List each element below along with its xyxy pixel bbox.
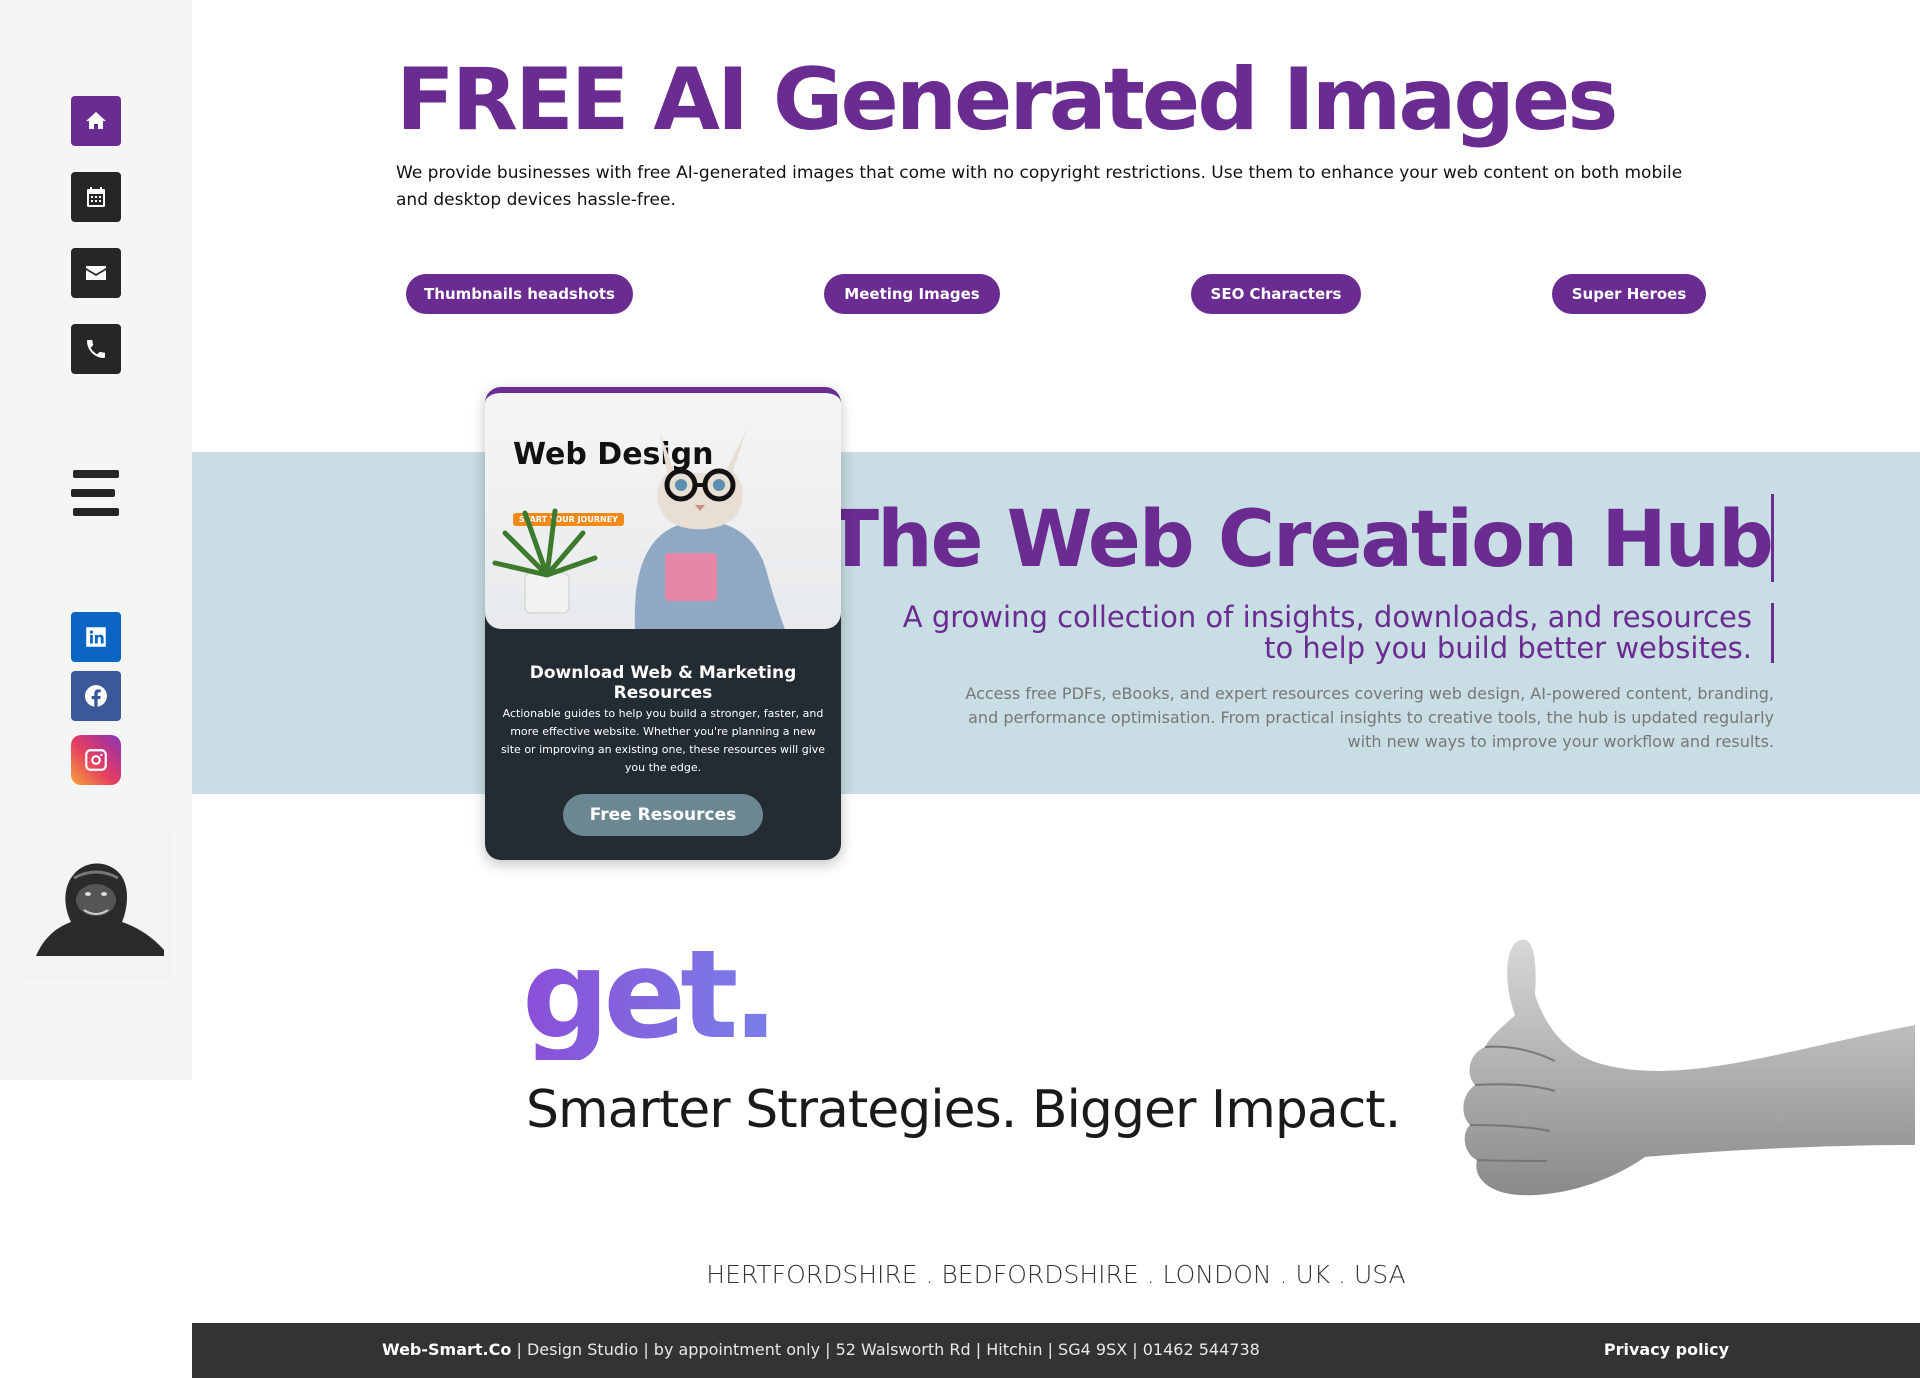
linkedin-icon: [86, 627, 106, 647]
category-super-heroes[interactable]: Super Heroes: [1552, 274, 1706, 314]
footer-contact: Web-Smart.Co | Design Studio | by appoin…: [382, 1340, 1260, 1359]
facebook-icon: [84, 685, 107, 707]
instagram-icon: [85, 749, 107, 771]
phone-icon: [87, 340, 105, 358]
facebook-link[interactable]: [71, 671, 121, 721]
footer: Web-Smart.Co | Design Studio | by appoin…: [192, 1323, 1920, 1378]
service-regions: HERTFORDSHIRE . BEDFORDSHIRE . LONDON . …: [706, 1260, 1406, 1289]
cat-illustration: [492, 429, 785, 629]
menu-icon[interactable]: [71, 470, 121, 516]
linkedin-link[interactable]: [71, 612, 121, 662]
card-text: Actionable guides to help you build a st…: [500, 707, 826, 774]
card-heading: Download Web & Marketing Resources: [529, 663, 797, 703]
web-design-cat-image: Web Design START YOUR JOURNEY: [485, 393, 841, 629]
resource-card[interactable]: Web Design START YOUR JOURNEY Download W…: [485, 387, 841, 860]
phone-button[interactable]: [71, 324, 121, 374]
email-button[interactable]: [71, 248, 121, 298]
promo-tagline: Smarter Strategies. Bigger Impact.: [526, 1080, 1401, 1140]
category-meeting-images[interactable]: Meeting Images: [824, 274, 1000, 314]
footer-details: | Design Studio | by appointment only | …: [511, 1340, 1260, 1359]
category-thumbnails-headshots[interactable]: Thumbnails headshots: [406, 274, 633, 314]
gorilla-mascot[interactable]: [18, 830, 173, 980]
privacy-policy-link[interactable]: Privacy policy: [1604, 1340, 1729, 1359]
page-title: FREE AI Generated Images: [396, 50, 1618, 150]
home-button[interactable]: [71, 96, 121, 146]
subtitle-cursor-bar: [1771, 603, 1774, 663]
thumbs-up-image: [1463, 939, 1915, 1196]
free-resources-button[interactable]: Free Resources: [563, 794, 763, 836]
instagram-link[interactable]: [71, 735, 121, 785]
hub-title: The Web Creation Hub: [825, 495, 1774, 585]
hub-subtitle: A growing collection of insights, downlo…: [902, 600, 1752, 665]
gorilla-icon: [36, 863, 164, 956]
hub-description: Access free PDFs, eBooks, and expert res…: [965, 684, 1774, 751]
category-seo-characters[interactable]: SEO Characters: [1191, 274, 1361, 314]
sidebar: [0, 0, 192, 1080]
calendar-icon: [87, 187, 105, 207]
footer-brand-link[interactable]: Web-Smart.Co: [382, 1340, 511, 1359]
home-icon: [86, 112, 106, 129]
title-cursor-bar: [1771, 494, 1774, 582]
calendar-button[interactable]: [71, 172, 121, 222]
intro-text: We provide businesses with free AI-gener…: [396, 163, 1683, 210]
mail-icon: [86, 266, 106, 280]
get-wordmark: get.: [522, 924, 779, 1066]
